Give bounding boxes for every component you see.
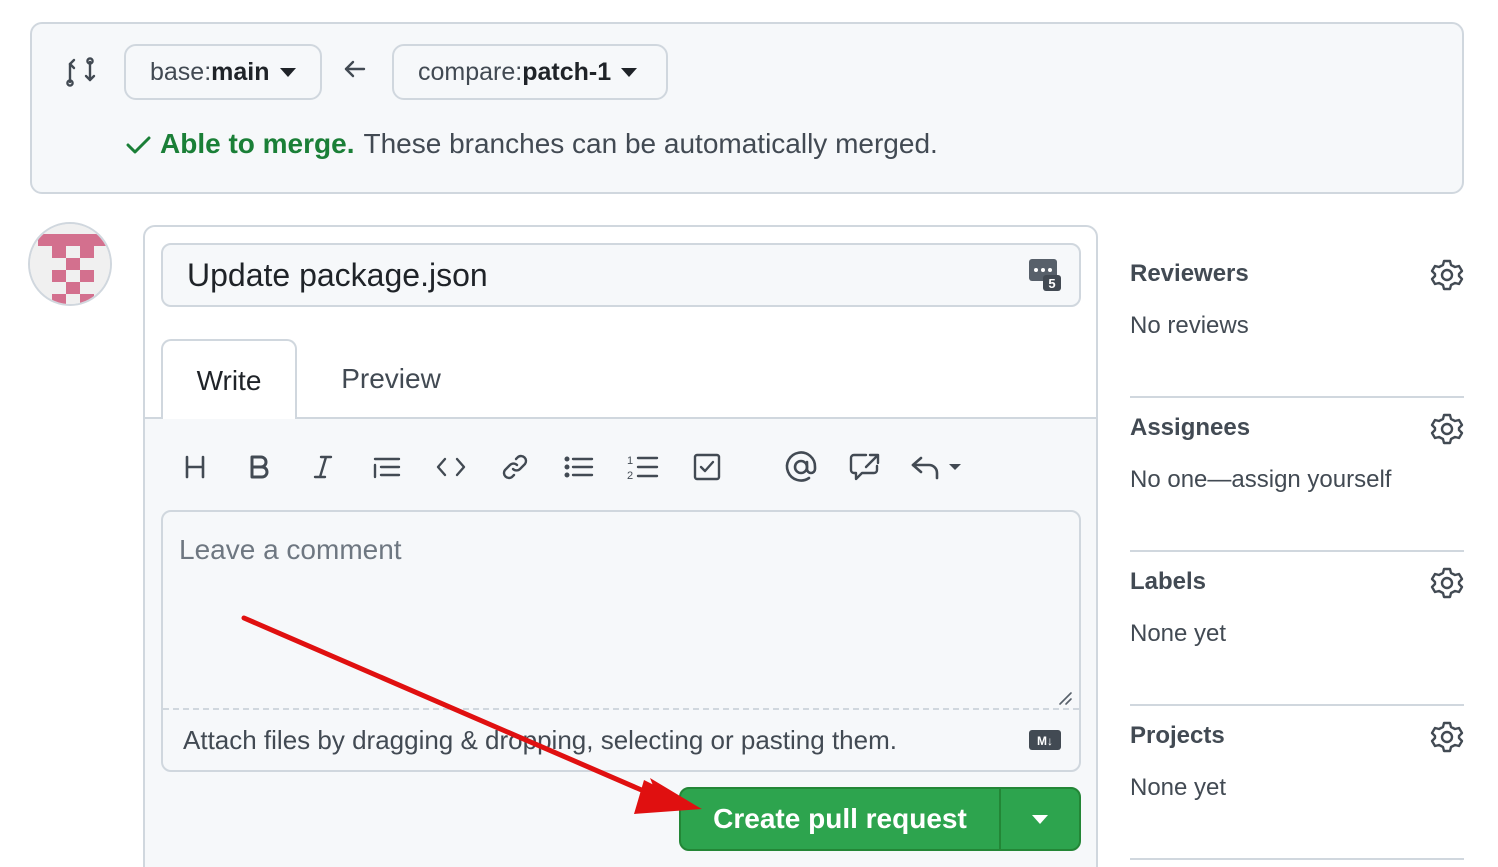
projects-value: None yet: [1130, 774, 1227, 801]
editor-tabs: Write Preview: [145, 339, 1096, 421]
pr-sidebar: Reviewers No reviews Assignees No one—as…: [1130, 244, 1464, 860]
chevron-down-icon: [279, 67, 296, 77]
saved-replies-icon[interactable]: 5: [1027, 257, 1063, 293]
arrow-left-icon: [344, 60, 366, 78]
merge-status: Able to merge. These branches can be aut…: [124, 128, 938, 160]
sidebar-labels: Labels None yet: [1130, 552, 1464, 706]
task-list-icon[interactable]: [687, 447, 727, 487]
compare-prefix: compare:: [418, 57, 523, 86]
labels-value: None yet: [1130, 620, 1227, 647]
merge-message: These branches can be automatically merg…: [363, 128, 938, 159]
compare-branch-name: patch-1: [522, 57, 612, 86]
saved-replies-count: 5: [1048, 276, 1055, 291]
tab-preview[interactable]: Preview: [317, 339, 465, 419]
compare-bar: base: main compare: patch-1 Able to merg…: [30, 22, 1464, 194]
comment-box[interactable]: Leave a comment Attach files by dragging…: [161, 510, 1081, 772]
heading-icon[interactable]: [175, 447, 215, 487]
base-prefix: base:: [150, 57, 212, 86]
code-icon[interactable]: [431, 447, 471, 487]
bold-icon[interactable]: [239, 447, 279, 487]
identicon: [30, 224, 110, 304]
unordered-list-icon[interactable]: [559, 447, 599, 487]
resize-grip-icon[interactable]: [1057, 690, 1073, 706]
chevron-down-icon: [621, 67, 638, 77]
reply-icon[interactable]: [909, 447, 969, 487]
merge-ok-text: Able to merge.: [160, 128, 355, 159]
projects-title[interactable]: Projects: [1130, 722, 1225, 750]
mention-icon[interactable]: [781, 447, 821, 487]
assignees-value[interactable]: No one—assign yourself: [1130, 466, 1391, 494]
attach-files-text: Attach files by dragging & dropping, sel…: [183, 724, 897, 755]
chevron-down-icon: [1032, 814, 1048, 824]
reviewers-value: No reviews: [1130, 312, 1249, 339]
cross-reference-icon[interactable]: [845, 447, 885, 487]
gear-icon[interactable]: [1430, 566, 1464, 600]
markdown-icon[interactable]: M↓: [1029, 730, 1061, 750]
comment-textarea[interactable]: Leave a comment: [163, 512, 1079, 710]
tab-write[interactable]: Write: [161, 339, 297, 421]
gear-icon[interactable]: [1430, 720, 1464, 754]
sidebar-reviewers: Reviewers No reviews: [1130, 244, 1464, 398]
quote-icon[interactable]: [367, 447, 407, 487]
compare-arrows-icon: [66, 57, 96, 87]
base-branch-name: main: [211, 57, 270, 86]
link-icon[interactable]: [495, 447, 535, 487]
title-value: Update package.json: [187, 256, 488, 293]
assignees-title[interactable]: Assignees: [1130, 414, 1250, 442]
reviewers-title[interactable]: Reviewers: [1130, 260, 1249, 288]
gear-icon[interactable]: [1430, 258, 1464, 292]
create-pull-request-button: Create pull request: [679, 787, 1081, 851]
attach-files-bar[interactable]: Attach files by dragging & dropping, sel…: [163, 708, 1079, 770]
check-icon: [126, 136, 151, 154]
base-branch-select[interactable]: base: main: [124, 44, 322, 100]
avatar[interactable]: [28, 222, 112, 306]
markdown-badge: M↓: [1037, 734, 1053, 748]
ordered-list-icon[interactable]: 12: [623, 447, 663, 487]
sidebar-assignees: Assignees No one—assign yourself: [1130, 398, 1464, 552]
pull-request-form: Update package.json 5 Write Preview 1 2 …: [143, 225, 1098, 867]
labels-title[interactable]: Labels: [1130, 568, 1206, 596]
create-pull-request-main[interactable]: Create pull request: [681, 789, 1001, 849]
title-input[interactable]: Update package.json 5: [161, 243, 1081, 307]
svg-text:1: 1: [627, 455, 633, 467]
editor-body: 12 Leave a comment Attach files by dragg…: [145, 419, 1096, 867]
svg-text:2: 2: [627, 470, 633, 482]
compare-branch-select[interactable]: compare: patch-1: [392, 44, 668, 100]
italic-icon[interactable]: [303, 447, 343, 487]
gear-icon[interactable]: [1430, 412, 1464, 446]
create-options-dropdown[interactable]: [1001, 789, 1079, 849]
sidebar-projects: Projects None yet: [1130, 706, 1464, 860]
